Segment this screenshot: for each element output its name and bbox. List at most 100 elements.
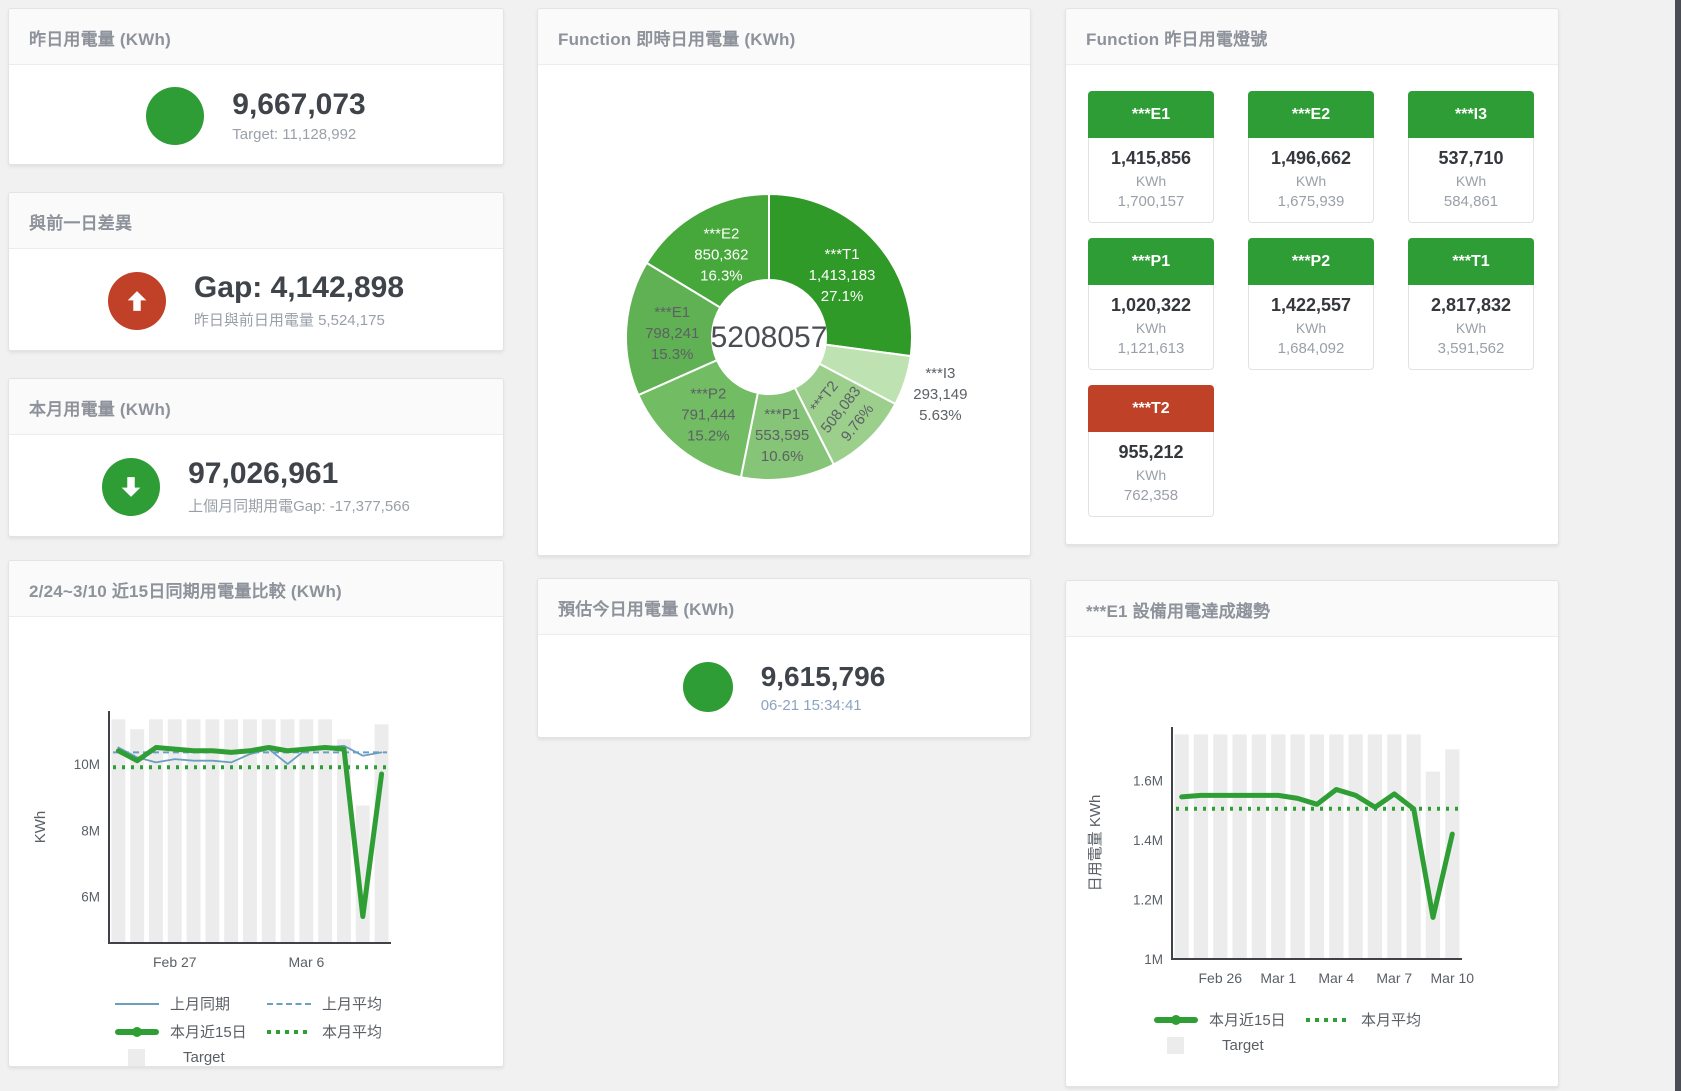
legend-item: Target: [115, 1049, 267, 1066]
legend-box-swatch: [128, 1049, 145, 1066]
svg-text:Feb 27: Feb 27: [153, 954, 197, 970]
legend-label: 上月同期: [170, 993, 230, 1014]
tile-target: 1,675,939: [1252, 193, 1370, 210]
device-tile: ***E11,415,856KWh1,700,157: [1088, 91, 1214, 223]
svg-text:1.2M: 1.2M: [1133, 893, 1163, 908]
status-circle-green: [683, 662, 733, 712]
legend-dash-swatch: [267, 1003, 311, 1005]
tile-header-label: ***T2: [1088, 385, 1214, 432]
svg-text:Mar 7: Mar 7: [1376, 970, 1412, 986]
legend-item: 本月平均: [267, 1021, 503, 1042]
tile-unit: KWh: [1092, 173, 1210, 189]
tile-value: 1,020,322: [1092, 295, 1210, 316]
tile-target: 762,358: [1092, 487, 1210, 504]
legend-label: 本月近15日: [170, 1021, 247, 1042]
panel-title: 與前一日差異: [9, 193, 503, 249]
device-tile: ***T1 2,817,832 KWh 3,591,562: [1408, 238, 1534, 370]
tile-body: 1,496,662KWh1,675,939: [1248, 138, 1374, 223]
legend-item: 本月平均: [1306, 1009, 1558, 1030]
stat-value: 97,026,961: [188, 457, 410, 491]
tile-body: 1,415,856KWh1,700,157: [1088, 138, 1214, 223]
legend-item: 本月近15日: [1154, 1009, 1306, 1030]
tile-header-label: ***E1: [1088, 91, 1214, 138]
device-tiles-grid: ***E11,415,856KWh1,700,157***E21,496,662…: [1066, 65, 1558, 517]
svg-text:6M: 6M: [81, 890, 100, 905]
legend-label: 上月平均: [322, 993, 382, 1014]
trend-chart-legend: 本月近15日 本月平均 Target: [1154, 1009, 1558, 1054]
panel-prev-day-gap: 與前一日差異 Gap: 4,142,898 昨日與前日用電量 5,524,175: [8, 192, 504, 351]
stat-subtext: Target: 11,128,992: [232, 126, 365, 143]
svg-text:1.6M: 1.6M: [1133, 774, 1163, 789]
stat-value: Gap: 4,142,898: [194, 271, 404, 305]
panel-title: ***E1 設備用電達成趨勢: [1066, 581, 1558, 637]
tile-target: 584,861: [1412, 193, 1530, 210]
tile-unit: KWh: [1092, 320, 1210, 336]
legend-dots-swatch: [1306, 1018, 1350, 1022]
svg-text:8M: 8M: [81, 823, 100, 838]
panel-title: Function 昨日用電燈號: [1066, 9, 1558, 65]
stat-content: 9,667,073 Target: 11,128,992: [9, 65, 503, 166]
legend-line-swatch: [115, 1003, 159, 1005]
device-tile: ***T2955,212KWh762,358: [1088, 385, 1214, 517]
legend-item: 本月近15日: [115, 1021, 267, 1042]
panel-e1-trend: ***E1 設備用電達成趨勢 1M1.2M1.4M1.6MFeb 26Mar 1…: [1065, 580, 1559, 1087]
svg-text:KWh: KWh: [32, 811, 49, 844]
stat-value: 9,615,796: [761, 661, 886, 693]
legend-label: Target: [1222, 1037, 1264, 1054]
tile-value: 537,710: [1412, 148, 1530, 169]
vertical-scrollbar[interactable]: [1675, 0, 1681, 1091]
legend-label: 本月近15日: [1209, 1009, 1286, 1030]
status-circle-green: [146, 87, 204, 145]
panel-month-usage: 本月用電量 (KWh) 97,026,961 上個月同期用電Gap: -17,3…: [8, 378, 504, 537]
tile-target: 1,684,092: [1252, 340, 1370, 357]
stat-subtext: 昨日與前日用電量 5,524,175: [194, 309, 404, 330]
tile-target: 3,591,562: [1412, 340, 1530, 357]
stat-content: 9,615,796 06-21 15:34:41: [538, 635, 1030, 739]
arrow-down-icon: [102, 458, 160, 516]
svg-text:***I3293,1495.63%: ***I3293,1495.63%: [913, 365, 967, 424]
legend-label: 本月平均: [322, 1021, 382, 1042]
tile-header-label: ***P1: [1088, 238, 1214, 285]
tile-header-label: ***E2: [1248, 91, 1374, 138]
svg-text:日用電量 KWh: 日用電量 KWh: [1087, 795, 1104, 892]
stat-value: 9,667,073: [232, 88, 365, 122]
svg-text:5208057: 5208057: [711, 321, 828, 354]
svg-text:Mar 6: Mar 6: [289, 954, 325, 970]
tile-value: 1,422,557: [1252, 295, 1370, 316]
tile-target: 1,700,157: [1092, 193, 1210, 210]
tile-header-label: ***P2: [1248, 238, 1374, 285]
donut-chart: ***T11,413,18327.1%***I3293,1495.63%***T…: [538, 77, 1030, 517]
panel-15day-comparison: 2/24~3/10 近15日同期用電量比較 (KWh) 6M8M10MFeb 2…: [8, 560, 504, 1067]
comparison-chart-legend: 上月同期 上月平均本月近15日 本月平均 Target: [115, 993, 503, 1066]
legend-item: 上月平均: [267, 993, 503, 1014]
panel-realtime-donut: Function 即時日用電量 (KWh) ***T11,413,18327.1…: [537, 8, 1031, 556]
panel-today-estimate: 預估今日用電量 (KWh) 9,615,796 06-21 15:34:41: [537, 578, 1031, 738]
svg-text:1.4M: 1.4M: [1133, 833, 1163, 848]
tile-unit: KWh: [1412, 173, 1530, 189]
tile-value: 2,817,832: [1412, 295, 1530, 316]
tile-unit: KWh: [1252, 173, 1370, 189]
legend-box-swatch: [1167, 1037, 1184, 1054]
svg-text:Feb 26: Feb 26: [1199, 970, 1243, 986]
trend-line-chart: 1M1.2M1.4M1.6MFeb 26Mar 1Mar 4Mar 7Mar 1…: [1074, 713, 1514, 1003]
panel-title: 預估今日用電量 (KWh): [538, 579, 1030, 635]
svg-text:10M: 10M: [74, 757, 100, 772]
legend-thick-swatch: [115, 1029, 159, 1035]
tile-unit: KWh: [1252, 320, 1370, 336]
legend-label: Target: [183, 1049, 225, 1066]
legend-thick-swatch: [1154, 1017, 1198, 1023]
tile-body: 2,817,832 KWh 3,591,562: [1408, 285, 1534, 370]
tile-header-label: ***T1: [1408, 238, 1534, 285]
panel-title: 昨日用電量 (KWh): [9, 9, 503, 65]
legend-label: 本月平均: [1361, 1009, 1421, 1030]
stat-subtext: 上個月同期用電Gap: -17,377,566: [188, 495, 410, 516]
tile-value: 955,212: [1092, 442, 1210, 463]
device-tile: ***P2 1,422,557 KWh 1,684,092: [1248, 238, 1374, 370]
device-tile: ***P11,020,322KWh1,121,613: [1088, 238, 1214, 370]
tile-body: 1,020,322KWh1,121,613: [1088, 285, 1214, 370]
tile-body: 537,710 KWh 584,861: [1408, 138, 1534, 223]
tile-unit: KWh: [1412, 320, 1530, 336]
tile-body: 1,422,557 KWh 1,684,092: [1248, 285, 1374, 370]
comparison-line-chart: 6M 8M 10M Feb 27 Mar 6 KWh: [19, 697, 449, 987]
arrow-up-icon: [108, 272, 166, 330]
